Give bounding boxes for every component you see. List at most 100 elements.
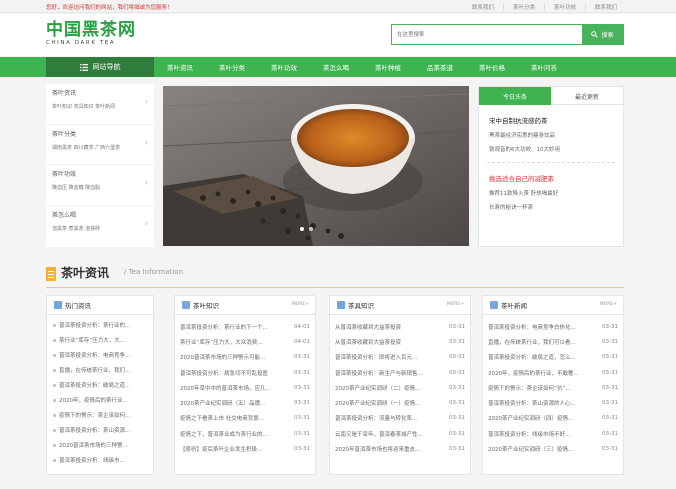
news-link[interactable]: 推荐11款降火茶 肝热喝最好 — [489, 189, 623, 197]
banner-image[interactable] — [163, 86, 469, 246]
box-title: 茶具知识 — [348, 302, 374, 310]
sidebar-item[interactable]: 茶叶功效 降血压 降血糖 降血脂 › — [46, 165, 154, 206]
table-row[interactable]: 2020茶产业纪实调研（四）疫情... 03-31 — [488, 411, 618, 426]
nav-item[interactable]: 茶叶分类 — [206, 62, 258, 72]
chevron-right-icon: › — [144, 178, 148, 187]
table-row[interactable]: 普洱茶投资分析：茶山资源的人心... 03-31 — [488, 395, 618, 410]
table-row[interactable]: 普洱茶投资分析：茶行业的下一个... 04-01 — [180, 319, 310, 334]
sidebar-item[interactable]: 茶怎么喝 泡黑茶 煮黑茶 泡茯砖 › — [46, 206, 154, 247]
section-title: 茶叶资讯 — [61, 266, 110, 280]
table-row[interactable]: 云南又是干旱年，普洱春茶减产性... 03-31 — [335, 426, 465, 441]
more-link[interactable]: MORE+ — [600, 302, 617, 307]
box-header: 热门资讯 — [47, 296, 153, 315]
table-row[interactable]: 2020年普洱茶市场也将迎来重去... 03-31 — [335, 441, 465, 456]
list-item[interactable]: 2020普洱茶市场的三种警... — [53, 439, 147, 454]
table-row[interactable]: 2020茶产业纪实调研（二）疫情... 03-31 — [335, 380, 465, 395]
nav-item[interactable]: 茶叶资讯 — [154, 62, 206, 72]
banner-dot[interactable] — [300, 227, 304, 231]
sidebar-item[interactable]: 茶叶分类 湖南黑茶 四川藏茶 广西六堡茶 › — [46, 125, 154, 165]
list-item[interactable]: 普洱茶投资分析：茶行业的... — [53, 319, 147, 334]
site-logo[interactable]: 中国黑茶网 CHINA DARK TEA — [46, 20, 136, 46]
welcome-text: 您好，欢迎访问我们的网站，我们将竭诚为您服务！ — [46, 5, 173, 11]
list-item[interactable]: 直播，在传统茶行业，我们... — [53, 364, 147, 379]
search-button[interactable]: 搜索 — [582, 25, 623, 44]
table-row[interactable]: 普洱茶投资分析：病急切不可乱投医 03-31 — [180, 365, 310, 380]
news-panel: 今日头条 最近更新 宋中自制抗流感药茶 黑茶最经济实惠的瘦身饮品 铁观音的6大功… — [478, 86, 624, 247]
list-item[interactable]: 普洱茶投资分析：茶山资源... — [53, 424, 147, 439]
table-row[interactable]: 2020茶产业纪实调研（三）疫情... 03-31 — [488, 441, 618, 456]
header: 中国黑茶网 CHINA DARK TEA 搜索 — [0, 14, 676, 56]
table-row[interactable]: 普洱茶投资分析：流量与转化率... 03-31 — [335, 411, 465, 426]
news-link[interactable]: 铁观音的6大功效、10大妙用 — [489, 145, 623, 153]
category-sidebar: 茶叶资讯 茶叶知识 茶具知识 茶叶新闻 › 茶叶分类 湖南黑茶 四川藏茶 广西六… — [46, 84, 154, 247]
nav-item[interactable]: 茶叶问答 — [518, 62, 570, 72]
top-link[interactable]: 联系我们 — [584, 3, 626, 11]
search-button-label: 搜索 — [601, 32, 614, 39]
search-box: 搜索 — [391, 24, 624, 45]
news-headline[interactable]: 宋中自制抗流感药茶 — [489, 115, 623, 125]
main-nav: 网站导航 茶叶资讯 茶叶分类 茶叶功效 茶怎么喝 茶叶种植 品茶茶道 茶叶价格 … — [0, 57, 676, 77]
table-row[interactable]: 2020年，疫情后的茶行业，不敢奢... 03-31 — [488, 365, 618, 380]
nav-item[interactable]: 茶叶价格 — [466, 62, 518, 72]
logo-title: 中国黑茶网 — [46, 20, 136, 40]
table-row[interactable]: 从普洱茶收藏到大益茶投资 03-31 — [335, 334, 465, 349]
table-row[interactable]: 疫情之下，普洱茶业成为茶行业的... 03-31 — [180, 426, 310, 441]
sidebar-item-sub: 湖南黑茶 四川藏茶 广西六堡茶 — [52, 144, 121, 151]
news-headline[interactable]: 挑选适合自己的减肥茶 — [489, 173, 623, 183]
document-icon — [182, 301, 190, 309]
table-row[interactable]: 普洱茶投资分析：即将进入百元... 03-31 — [335, 350, 465, 365]
tab-today[interactable]: 今日头条 — [479, 87, 551, 105]
tab-recent[interactable]: 最近更新 — [551, 87, 623, 105]
table-row[interactable]: 普洱茶投资分析：电商竞争白热化... 03-31 — [488, 319, 618, 334]
sidebar-item-sub: 茶叶知识 茶具知识 茶叶新闻 — [52, 104, 116, 110]
list-item[interactable]: 茶行业“库存”压力大，大... — [53, 334, 147, 349]
table-row[interactable]: 普洱茶投资分析：破局之道，怎么... 03-31 — [488, 350, 618, 365]
news-link[interactable]: 长寿的秘诀一杯茶 — [489, 203, 623, 211]
menu-icon — [79, 63, 88, 71]
table-row[interactable]: 直播，在传统茶行业，我们可以看... 03-31 — [488, 334, 618, 349]
search-input[interactable] — [392, 25, 582, 44]
list-item[interactable]: 2020年，疫情后的茶行业... — [53, 394, 147, 409]
logo-subtitle: CHINA DARK TEA — [46, 40, 116, 46]
hot-news-list: 普洱茶投资分析：茶行业的... 茶行业“库存”压力大，大... 普洱茶投资分析：… — [47, 315, 153, 473]
news-tabs: 今日头条 最近更新 — [479, 87, 623, 105]
top-link[interactable]: 联系我们 — [463, 3, 503, 11]
top-link[interactable]: 茶叶分类 — [502, 3, 544, 11]
article-list: 普洱茶投资分析：电商竞争白热化... 03-31 直播，在传统茶行业，我们可以看.… — [483, 315, 623, 461]
news-link[interactable]: 黑茶最经济实惠的瘦身饮品 — [489, 131, 623, 139]
section-subtitle: / Tea Information — [124, 268, 184, 276]
nav-item[interactable]: 茶叶种植 — [362, 62, 414, 72]
table-row[interactable]: 普洱茶投资分析：线级市场不好... 03-31 — [488, 426, 618, 441]
sidebar-item-sub: 降血压 降血糖 降血脂 — [52, 185, 101, 191]
list-item[interactable]: 普洱茶投资分析：线级市... — [53, 454, 147, 469]
top-bar: 您好，欢迎访问我们的网站，我们将竭诚为您服务！ 联系我们 茶叶分类 茶叶功效 联… — [0, 0, 676, 13]
newspaper-icon — [490, 301, 498, 309]
article-list: 普洱茶投资分析：茶行业的下一个... 04-01 茶行业“库存”压力大，大众消费.… — [175, 315, 315, 461]
nav-item[interactable]: 茶叶功效 — [258, 62, 310, 72]
table-row[interactable]: 普洱茶投资分析：新生产与新销售... 03-31 — [335, 365, 465, 380]
more-link[interactable]: MORE+ — [292, 302, 309, 307]
list-item[interactable]: 普洱茶投资分析：电商竞争... — [53, 349, 147, 364]
list-item[interactable]: 普洱茶投资分析：破局之道... — [53, 379, 147, 394]
list-item[interactable]: 疫情下的警示：茶企该如何... — [53, 409, 147, 424]
banner-dot[interactable] — [309, 227, 313, 231]
table-row[interactable]: 2020茶产业纪实调研（一）疫情... 03-31 — [335, 395, 465, 410]
more-link[interactable]: MORE+ — [447, 302, 464, 307]
top-link[interactable]: 茶叶功效 — [543, 3, 585, 11]
table-row[interactable]: 2020年草中中的普洱茶市场，应几... 03-31 — [180, 380, 310, 395]
table-row[interactable]: 2020茶产业纪实调研（五）品牌... 03-31 — [180, 395, 310, 410]
news-icon — [54, 301, 62, 309]
table-row[interactable]: 疫情下的警示：茶企该如何“抗”... 03-31 — [488, 380, 618, 395]
nav-home[interactable]: 网站导航 — [46, 57, 154, 77]
table-row[interactable]: 茶行业“库存”压力大，大众消费... 04-01 — [180, 334, 310, 349]
nav-item[interactable]: 品茶茶道 — [414, 62, 466, 72]
table-row[interactable]: 2020普洱茶市场的三种警示可能... 03-31 — [180, 350, 310, 365]
table-row[interactable]: 疫情之下看茶上市 社交电商背景... 03-31 — [180, 411, 310, 426]
table-row[interactable]: 【原创】疫后茶叶企业发生积极... 03-31 — [180, 441, 310, 456]
nav-item[interactable]: 茶怎么喝 — [310, 62, 362, 72]
chevron-right-icon: › — [144, 137, 148, 147]
sidebar-item[interactable]: 茶叶资讯 茶叶知识 茶具知识 茶叶新闻 › — [46, 84, 154, 125]
article-list: 从普洱茶收藏到大益茶投资 03-31 从普洱茶收藏到大益茶投资 03-31 普洱茶投… — [330, 315, 470, 461]
book-icon — [46, 267, 56, 281]
table-row[interactable]: 从普洱茶收藏到大益茶投资 03-31 — [335, 319, 465, 334]
